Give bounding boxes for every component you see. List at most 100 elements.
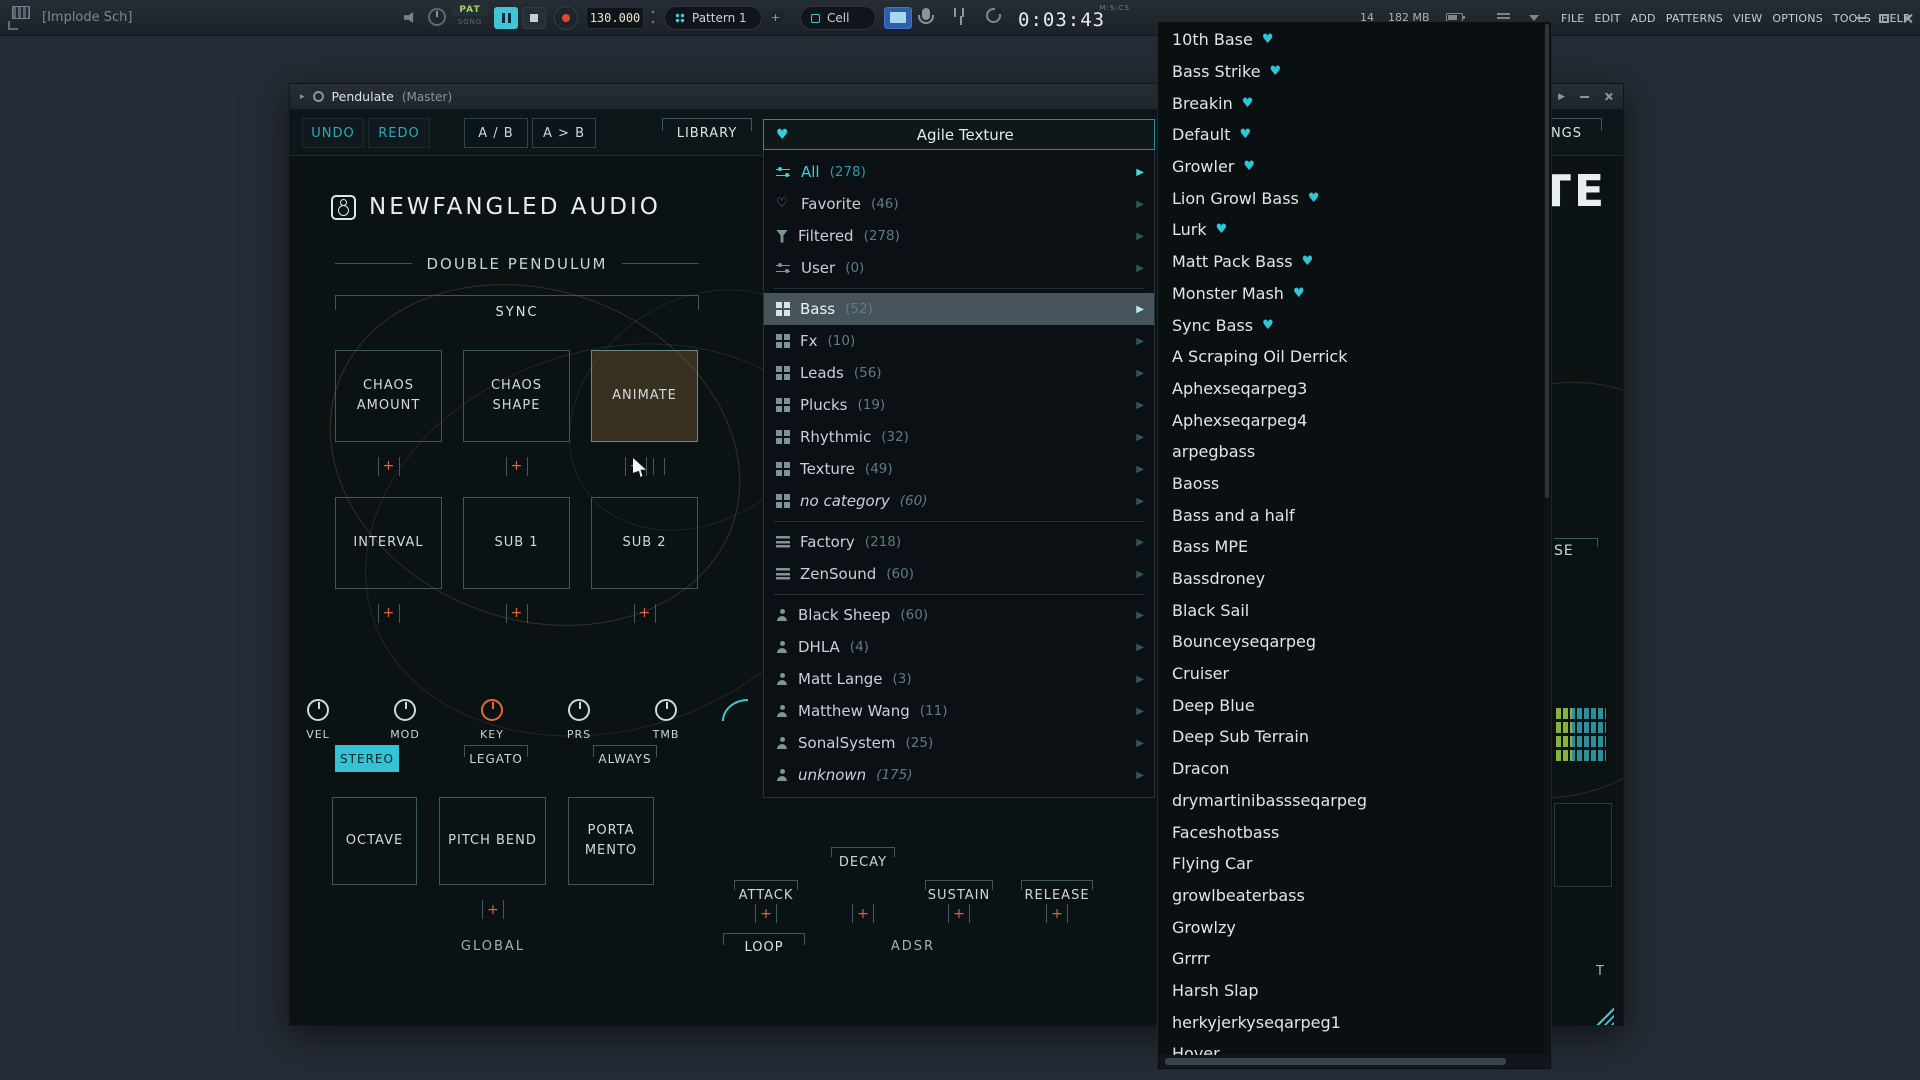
time-display[interactable]: 0:03:43 M:S:CS [1018, 3, 1132, 33]
undo-button[interactable]: UNDO [302, 118, 364, 148]
stereo-button[interactable]: STEREO [335, 745, 399, 772]
preset-item-lurk[interactable]: Lurk♥ [1158, 214, 1543, 246]
preset-item-bass-strike[interactable]: Bass Strike♥ [1158, 56, 1543, 88]
preset-item-dracon[interactable]: Dracon [1158, 753, 1543, 785]
knob-tmb[interactable]: TMB [638, 699, 694, 741]
plugin-close-icon[interactable] [1604, 92, 1613, 101]
menu-add[interactable]: ADD [1626, 12, 1661, 25]
preset-item-bounceyseqarpeg[interactable]: Bounceyseqarpeg [1158, 626, 1543, 658]
preset-item-aphexseqarpeg4[interactable]: Aphexseqarpeg4 [1158, 404, 1543, 436]
browser-category-leads[interactable]: Leads(56)▶ [764, 357, 1154, 389]
mod-add-button-attack[interactable]: + [755, 904, 777, 923]
always-button[interactable]: ALWAYS [593, 745, 657, 772]
release-label[interactable]: RELEASE [1021, 880, 1093, 903]
browser-category-fx[interactable]: Fx(10)▶ [764, 325, 1154, 357]
preset-item-hover[interactable]: Hover [1158, 1038, 1543, 1055]
preset-item-bass-and-a-half[interactable]: Bass and a half [1158, 499, 1543, 531]
preset-item-growler[interactable]: Growler♥ [1158, 151, 1543, 183]
param-box-chaos-amount[interactable]: CHAOS AMOUNT [335, 350, 442, 442]
menu-view[interactable]: VIEW [1728, 12, 1767, 25]
menu-file[interactable]: FILE [1556, 12, 1589, 25]
browser-category-texture[interactable]: Texture(49)▶ [764, 453, 1154, 485]
spin-up-icon[interactable]: ▴ [651, 6, 654, 17]
collapse-arrow-icon[interactable]: ▸ [300, 92, 305, 102]
browser-header[interactable]: ♥ Agile Texture [763, 119, 1155, 150]
curve-icon[interactable] [722, 699, 748, 721]
maximize-icon[interactable] [1879, 14, 1889, 23]
browser-category-black-sheep[interactable]: Black Sheep(60)▶ [764, 599, 1154, 631]
knob-prs[interactable]: PRS [551, 699, 607, 741]
browser-category-zensound[interactable]: ZenSound(60)▶ [764, 558, 1154, 590]
library-button[interactable]: LIBRARY [662, 118, 752, 148]
channel-rack-icon[interactable] [12, 6, 30, 19]
mod-add-button-release[interactable]: + [1046, 904, 1068, 923]
preset-item-harsh-slap[interactable]: Harsh Slap [1158, 975, 1543, 1007]
param-box-pitch-bend[interactable]: PITCH BEND [439, 797, 546, 885]
minimize-icon[interactable] [1856, 17, 1866, 19]
tempo-spinner[interactable]: ▴ ▾ [648, 6, 658, 28]
browser-category-unknown[interactable]: unknown(175)▶ [764, 759, 1154, 791]
preset-item-arpegbass[interactable]: arpegbass [1158, 436, 1543, 468]
browser-category-factory[interactable]: Factory(218)▶ [764, 526, 1154, 558]
preset-item-matt-pack-bass[interactable]: Matt Pack Bass♥ [1158, 246, 1543, 278]
menu-options[interactable]: OPTIONS [1767, 12, 1828, 25]
preset-item-faceshotbass[interactable]: Faceshotbass [1158, 816, 1543, 848]
pat-label[interactable]: PAT [452, 4, 488, 16]
browser-category-plucks[interactable]: Plucks(19)▶ [764, 389, 1154, 421]
preset-item-growlzy[interactable]: Growlzy [1158, 911, 1543, 943]
cell-selector[interactable]: Cell [800, 6, 876, 30]
param-box-sub-1[interactable]: SUB 1 [463, 497, 570, 589]
param-box-sub-2[interactable]: SUB 2 [591, 497, 698, 589]
decay-label[interactable]: DECAY [831, 847, 895, 870]
knob-key[interactable]: KEY [464, 699, 520, 741]
preset-item-herkyjerkyseqarpeg1[interactable]: herkyjerkyseqarpeg1 [1158, 1006, 1543, 1038]
preset-horizontal-scrollbar[interactable] [1159, 1055, 1550, 1068]
menu-edit[interactable]: EDIT [1589, 12, 1625, 25]
next-preset-icon[interactable]: ▶ [1558, 92, 1565, 102]
stop-button[interactable] [522, 7, 546, 29]
sync-icon[interactable] [986, 8, 1001, 23]
param-box-interval[interactable]: INTERVAL [335, 497, 442, 589]
close-icon[interactable] [1902, 13, 1913, 24]
pat-song-toggle[interactable]: PAT SONG [452, 4, 488, 26]
pause-button[interactable] [494, 7, 518, 29]
browser-category-sonalsystem[interactable]: SonalSystem(25)▶ [764, 727, 1154, 759]
mod-add-button-decay[interactable]: + [852, 904, 874, 923]
param-box-chaos-shape[interactable]: CHAOS SHAPE [463, 350, 570, 442]
browser-category-user[interactable]: User(0)▶ [764, 252, 1154, 284]
preset-item-grrrr[interactable]: Grrrr [1158, 943, 1543, 975]
browser-category-favorite[interactable]: ♡Favorite(46)▶ [764, 188, 1154, 220]
tempo-display[interactable]: 130.000 [586, 7, 644, 29]
tuning-fork-icon[interactable] [954, 8, 964, 17]
param-box-octave[interactable]: OCTAVE [332, 797, 417, 885]
menu-patterns[interactable]: PATTERNS [1661, 12, 1728, 25]
resize-handle-icon[interactable] [1590, 1006, 1614, 1025]
preset-item-growlbeaterbass[interactable]: growlbeaterbass [1158, 880, 1543, 912]
preset-item-baoss[interactable]: Baoss [1158, 468, 1543, 500]
attack-label[interactable]: ATTACK [734, 880, 798, 903]
preset-item-deep-blue[interactable]: Deep Blue [1158, 689, 1543, 721]
preset-item-bass-mpe[interactable]: Bass MPE [1158, 531, 1543, 563]
preset-item-10th-base[interactable]: 10th Base♥ [1158, 24, 1543, 56]
mod-add-button-sub-2[interactable]: + [634, 604, 656, 623]
mod-add-button-interval[interactable]: + [378, 604, 400, 623]
add-pattern-button[interactable]: + [768, 10, 783, 25]
spin-down-icon[interactable]: ▾ [651, 17, 654, 28]
preset-item-black-sail[interactable]: Black Sail [1158, 594, 1543, 626]
loop-button[interactable]: LOOP [723, 933, 805, 961]
speaker-icon[interactable] [404, 12, 417, 23]
favorite-heart-icon[interactable]: ♥ [776, 127, 789, 143]
record-button[interactable] [554, 6, 578, 30]
browser-category-filtered[interactable]: Filtered(278)▶ [764, 220, 1154, 252]
mod-add-button-chaos-shape[interactable]: + [506, 457, 528, 476]
preset-item-aphexseqarpeg3[interactable]: Aphexseqarpeg3 [1158, 373, 1543, 405]
song-label[interactable]: SONG [452, 18, 488, 26]
mic-icon[interactable] [922, 8, 930, 20]
preset-item-drymartinibassseqarpeg[interactable]: drymartinibassseqarpeg [1158, 785, 1543, 817]
redo-button[interactable]: REDO [368, 118, 430, 148]
browser-category-matt-lange[interactable]: Matt Lange(3)▶ [764, 663, 1154, 695]
preset-item-bassdroney[interactable]: Bassdroney [1158, 563, 1543, 595]
param-box-animate[interactable]: ANIMATE [591, 350, 698, 442]
knob-mod[interactable]: MOD [377, 699, 433, 741]
preset-item-flying-car[interactable]: Flying Car [1158, 848, 1543, 880]
